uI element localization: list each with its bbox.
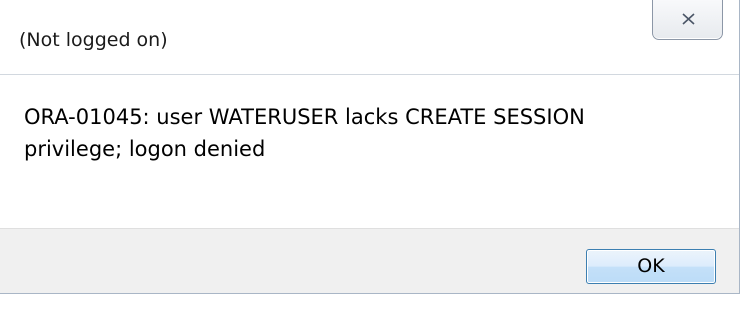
button-bar: OK [0,228,739,293]
error-message: ORA-01045: user WATERUSER lacks CREATE S… [24,101,714,165]
close-button[interactable] [652,0,723,40]
error-message-line2: privilege; logon denied [24,137,266,161]
close-icon [682,13,695,25]
error-message-line1: ORA-01045: user WATERUSER lacks CREATE S… [24,105,585,129]
ok-button[interactable]: OK [586,249,716,284]
error-dialog: (Not logged on) ORA-01045: user WATERUSE… [0,0,740,294]
dialog-content: ORA-01045: user WATERUSER lacks CREATE S… [0,74,739,228]
window-title: (Not logged on) [19,29,168,51]
title-bar: (Not logged on) [0,0,739,74]
